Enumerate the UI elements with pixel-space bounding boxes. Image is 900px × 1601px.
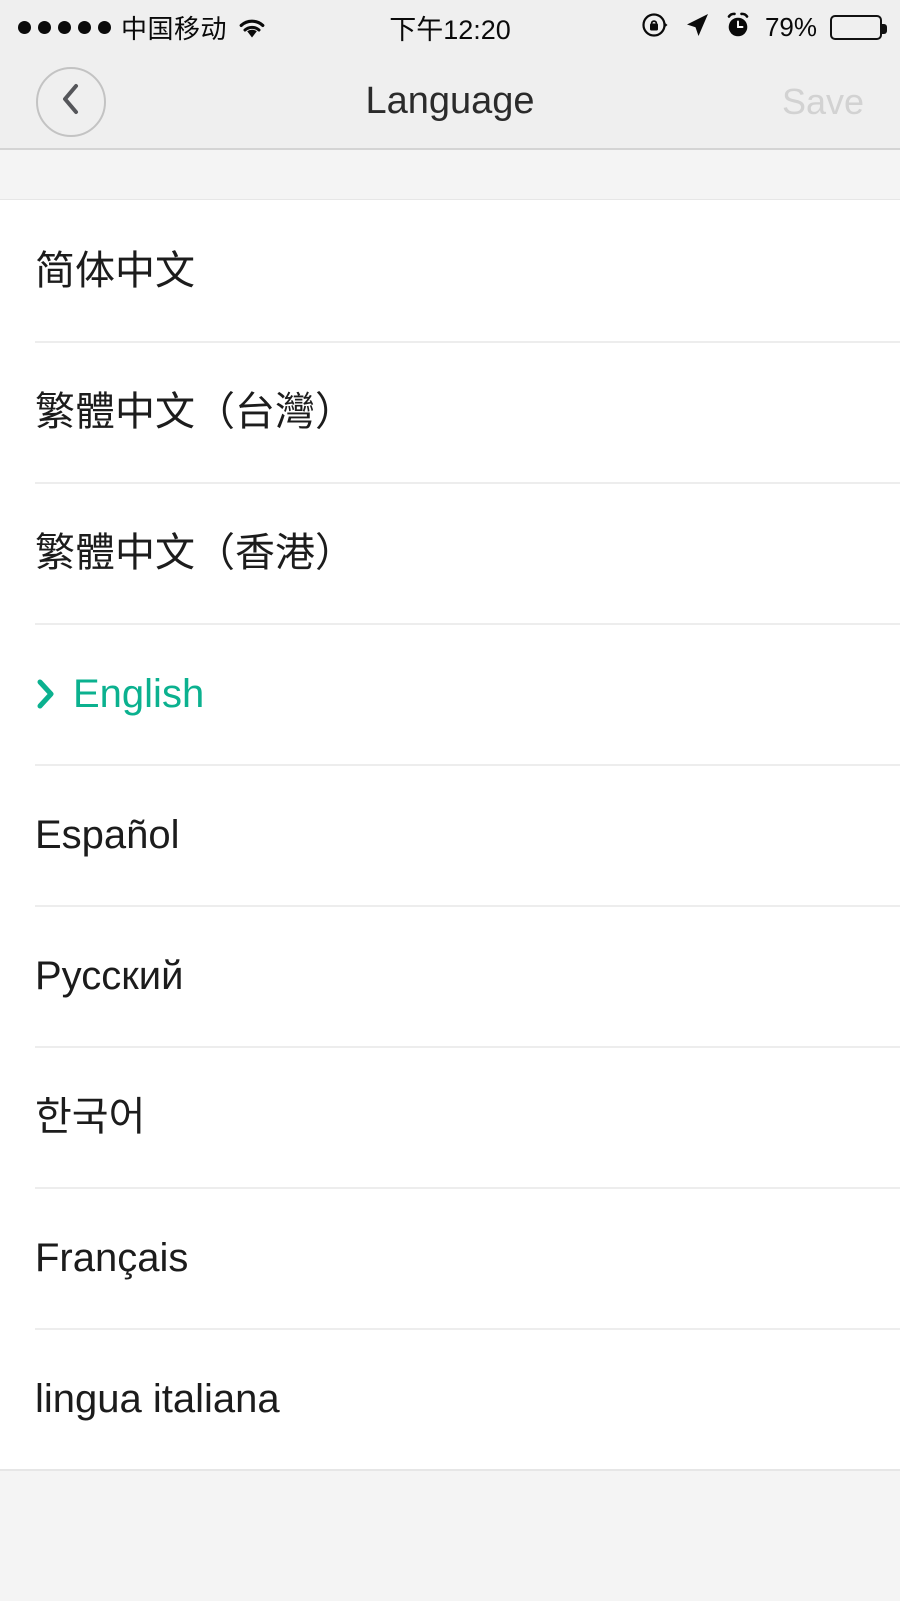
status-bar-right: 79%	[640, 10, 887, 45]
language-row[interactable]: 한국어	[0, 1046, 900, 1187]
signal-dot	[38, 21, 51, 34]
signal-dot	[18, 21, 31, 34]
signal-dot	[98, 21, 111, 34]
location-arrow-icon	[683, 11, 711, 44]
language-list: 简体中文繁體中文（台灣） 繁體中文（香港） English Español Русски…	[0, 200, 900, 1469]
language-row[interactable]: English	[0, 623, 900, 764]
signal-dot	[58, 21, 71, 34]
language-row[interactable]: lingua italiana	[0, 1328, 900, 1469]
language-row[interactable]: Русский	[0, 905, 900, 1046]
back-button[interactable]	[36, 66, 106, 137]
status-bar: 中国移动 下午12:20 79%	[0, 0, 900, 55]
language-row[interactable]: Français	[0, 1187, 900, 1328]
language-label: lingua italiana	[35, 1376, 280, 1421]
battery-icon	[830, 15, 887, 40]
language-label: 繁體中文（香港）	[35, 530, 355, 575]
language-settings-screen: 中国移动 下午12:20 79% Language Save 简体中文 繁體中文…	[0, 0, 900, 1601]
language-label: Français	[35, 1235, 189, 1280]
section-spacer	[0, 150, 900, 200]
language-label: 繁體中文（台灣）	[35, 389, 355, 434]
language-label: 简体中文	[35, 248, 195, 293]
wifi-icon	[237, 17, 267, 39]
chevron-right-icon	[35, 678, 61, 710]
language-label: 한국어	[35, 1094, 146, 1139]
signal-strength-dots	[18, 21, 111, 34]
page-footer-fill	[0, 1471, 900, 1601]
rotation-lock-icon	[640, 10, 670, 45]
language-row[interactable]: Español	[0, 764, 900, 905]
chevron-left-icon	[56, 81, 86, 122]
language-row[interactable]: 繁體中文（香港）	[0, 482, 900, 623]
language-label: Español	[35, 812, 180, 857]
alarm-clock-icon	[724, 11, 752, 44]
save-button[interactable]: Save	[782, 81, 864, 123]
signal-dot	[78, 21, 91, 34]
language-label: English	[73, 671, 205, 716]
page-title: Language	[365, 80, 535, 122]
language-row[interactable]: 繁體中文（台灣）	[0, 341, 900, 482]
content-area: 简体中文繁體中文（台灣） 繁體中文（香港） English Español Русски…	[0, 150, 900, 1601]
carrier-name: 中国移动	[121, 14, 228, 44]
language-label: Русский	[35, 953, 184, 998]
navigation-bar: Language Save	[0, 55, 900, 150]
status-bar-left: 中国移动	[18, 9, 267, 46]
language-row[interactable]: 简体中文	[0, 200, 900, 341]
battery-percentage: 79%	[764, 12, 817, 42]
